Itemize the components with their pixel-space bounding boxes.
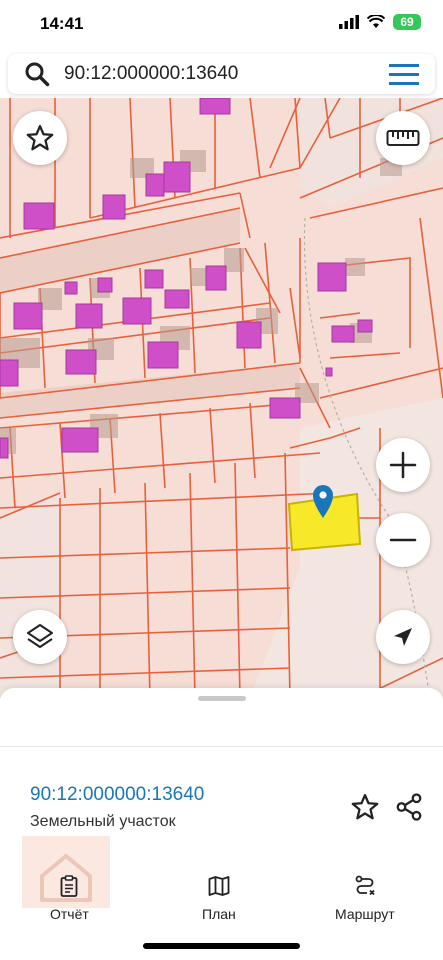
clipboard-icon: [60, 875, 78, 897]
status-bar: 14:41 69: [0, 0, 443, 48]
nav-route[interactable]: Маршрут: [335, 874, 395, 922]
bookmark-star-icon[interactable]: [350, 792, 380, 822]
ruler-icon: [386, 130, 420, 146]
route-icon: [355, 875, 375, 896]
zoom-out-button[interactable]: [376, 513, 430, 567]
status-icons: 69: [339, 14, 421, 30]
zoom-out-icon: [389, 538, 417, 542]
wifi-icon: [367, 15, 385, 28]
share-icon[interactable]: [394, 792, 424, 822]
parcel-type-label: Земельный участок: [30, 813, 176, 830]
star-icon: [26, 125, 54, 151]
zoom-in-icon: [389, 451, 417, 479]
search-icon[interactable]: [24, 61, 50, 87]
layers-button[interactable]: [13, 610, 67, 664]
bottom-nav: Отчёт План Маршрут: [0, 866, 443, 930]
navigation-arrow-icon: [394, 628, 412, 646]
my-location-button[interactable]: [376, 610, 430, 664]
nav-report[interactable]: Отчёт: [50, 874, 89, 922]
nav-plan-label: План: [202, 906, 236, 922]
nav-route-label: Маршрут: [335, 906, 395, 922]
search-bar: [8, 54, 435, 94]
parcel-id-link[interactable]: 90:12:000000:13640: [30, 784, 204, 806]
search-input[interactable]: [62, 62, 366, 86]
map-view[interactable]: [0, 98, 443, 698]
nav-plan[interactable]: План: [202, 874, 236, 922]
favorite-button[interactable]: [13, 111, 67, 165]
sheet-divider: [0, 746, 443, 747]
menu-icon[interactable]: [389, 64, 419, 86]
battery-badge: 69: [393, 14, 421, 30]
zoom-in-button[interactable]: [376, 438, 430, 492]
ruler-button[interactable]: [376, 111, 430, 165]
layers-icon: [27, 624, 53, 648]
signal-icon: [339, 15, 359, 29]
home-indicator[interactable]: [143, 943, 300, 949]
sheet-drag-handle[interactable]: [198, 696, 246, 701]
cadastral-map[interactable]: [0, 98, 443, 698]
status-time: 14:41: [40, 14, 84, 33]
map-icon: [208, 876, 230, 896]
nav-report-label: Отчёт: [50, 906, 89, 922]
